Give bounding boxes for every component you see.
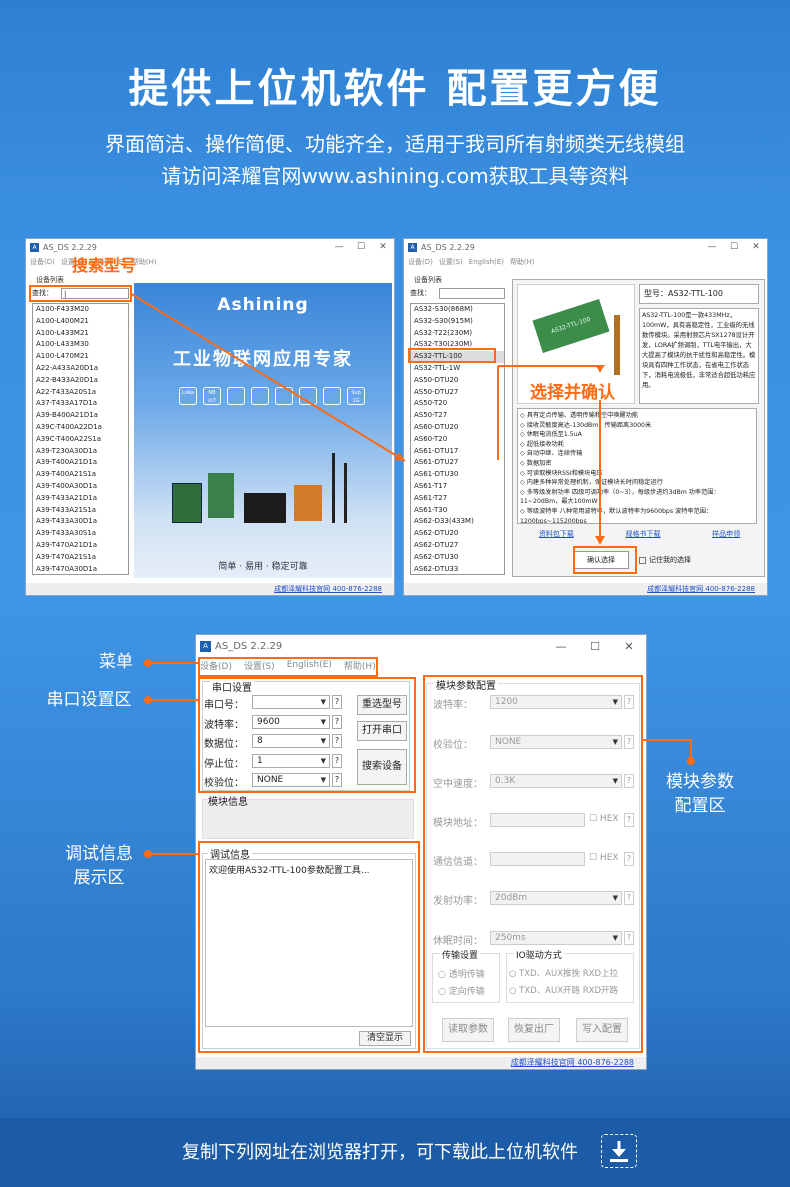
param-select[interactable] [490,813,585,827]
chevron-down-icon: ▼ [612,738,618,746]
param-select[interactable]: 1200 ▼ [490,695,622,709]
help-icon[interactable]: ? [332,695,342,709]
help-icon[interactable]: ? [624,735,634,749]
menu-highlight [198,657,378,677]
module-info-title: 模块信息 [208,797,248,808]
callout-param: 模块参数 配置区 [666,772,734,816]
chevron-down-icon: ▼ [320,717,326,726]
help-icon[interactable]: ? [332,714,342,729]
help-icon[interactable]: ? [332,773,342,787]
select-value: 1200 [495,697,518,707]
select-value: 0.3K [495,776,516,786]
callout-debug: 调试信息 展示区 [65,844,133,888]
help-icon[interactable]: ? [332,753,342,768]
param-select[interactable]: NONE ▼ [490,735,622,749]
help-icon[interactable]: ? [332,734,342,748]
chevron-down-icon: ▼ [320,698,326,706]
param-label: 校验位： [433,740,473,751]
select-value: NONE [495,737,522,747]
help-icon[interactable]: ? [624,695,634,709]
param-label: 发射功率： [433,896,483,907]
serial-row-label: 波特率： [204,719,244,731]
status-link[interactable]: 成都泽耀科技官网 400-876-2288 [196,1057,646,1069]
param-label: 通信信道： [433,857,483,868]
app-logo-icon: A [200,640,211,652]
callout-menu: 菜单 [99,652,133,672]
selection-highlight [408,348,496,363]
param-select[interactable]: 20dBm ▼ [490,891,622,905]
serial-row-select[interactable]: 8 ▼ [252,734,330,748]
help-icon[interactable]: ? [624,813,634,827]
help-icon[interactable]: ? [624,891,634,905]
footer-bar: 复制下列网址在浏览器打开，可下载此上位机软件 [0,1118,790,1187]
chevron-down-icon: ▼ [320,756,326,765]
select-value: NONE [257,775,284,785]
serial-row-label: 停止位： [204,758,244,770]
select-value: 1 [257,755,263,766]
download-icon[interactable] [601,1134,637,1168]
serial-row-label: 校验位： [204,778,244,789]
main-config-window: A AS_DS 2.2.29 — ☐ ✕ 设备(D) 设置(S) English(E) 帮… [195,634,647,1070]
param-select[interactable]: 0.3K ▼ [490,774,622,788]
maximize-icon[interactable]: ☐ [578,640,612,653]
param-label: 模块地址： [433,818,483,829]
param-select[interactable] [490,852,585,866]
chevron-down-icon: ▼ [320,776,326,784]
help-icon[interactable]: ? [624,852,634,866]
serial-row-label: 数据位： [204,739,244,750]
chevron-down-icon: ▼ [612,698,618,706]
select-value: 8 [257,736,263,746]
serial-row-select[interactable]: ▼ [252,695,330,709]
help-icon[interactable]: ? [624,931,634,945]
annotation-arrows [129,292,605,545]
chevron-down-icon: ▼ [612,934,618,942]
window-title: AS_DS 2.2.29 [215,640,283,652]
chevron-down-icon: ▼ [612,894,618,902]
hex-checkbox[interactable]: ☐ HEX [589,814,619,824]
param-select[interactable]: 250ms ▼ [490,931,622,945]
param-label: 空中速度： [433,779,483,790]
chevron-down-icon: ▼ [320,737,326,745]
debug-highlight [198,841,420,1053]
select-value: 20dBm [495,893,528,903]
minimize-icon[interactable]: — [544,640,578,653]
callout-serial: 串口设置区 [46,690,132,710]
main-titlebar: A AS_DS 2.2.29 — ☐ ✕ [196,635,646,657]
param-label: 休眠时间： [433,936,483,947]
footer-text: 复制下列网址在浏览器打开，可下载此上位机软件 [182,1142,578,1163]
serial-row-select[interactable]: 1 ▼ [252,753,330,768]
hex-checkbox[interactable]: ☐ HEX [589,853,619,863]
close-icon[interactable]: ✕ [612,640,646,653]
param-label: 波特率： [433,700,473,711]
select-value: 9600 [257,716,280,727]
serial-row-select[interactable]: 9600 ▼ [252,714,330,729]
help-icon[interactable]: ? [624,774,634,788]
chevron-down-icon: ▼ [612,777,618,785]
select-value: 250ms [495,933,526,943]
serial-row-select[interactable]: NONE ▼ [252,773,330,787]
serial-row-label: 串口号： [204,700,244,711]
